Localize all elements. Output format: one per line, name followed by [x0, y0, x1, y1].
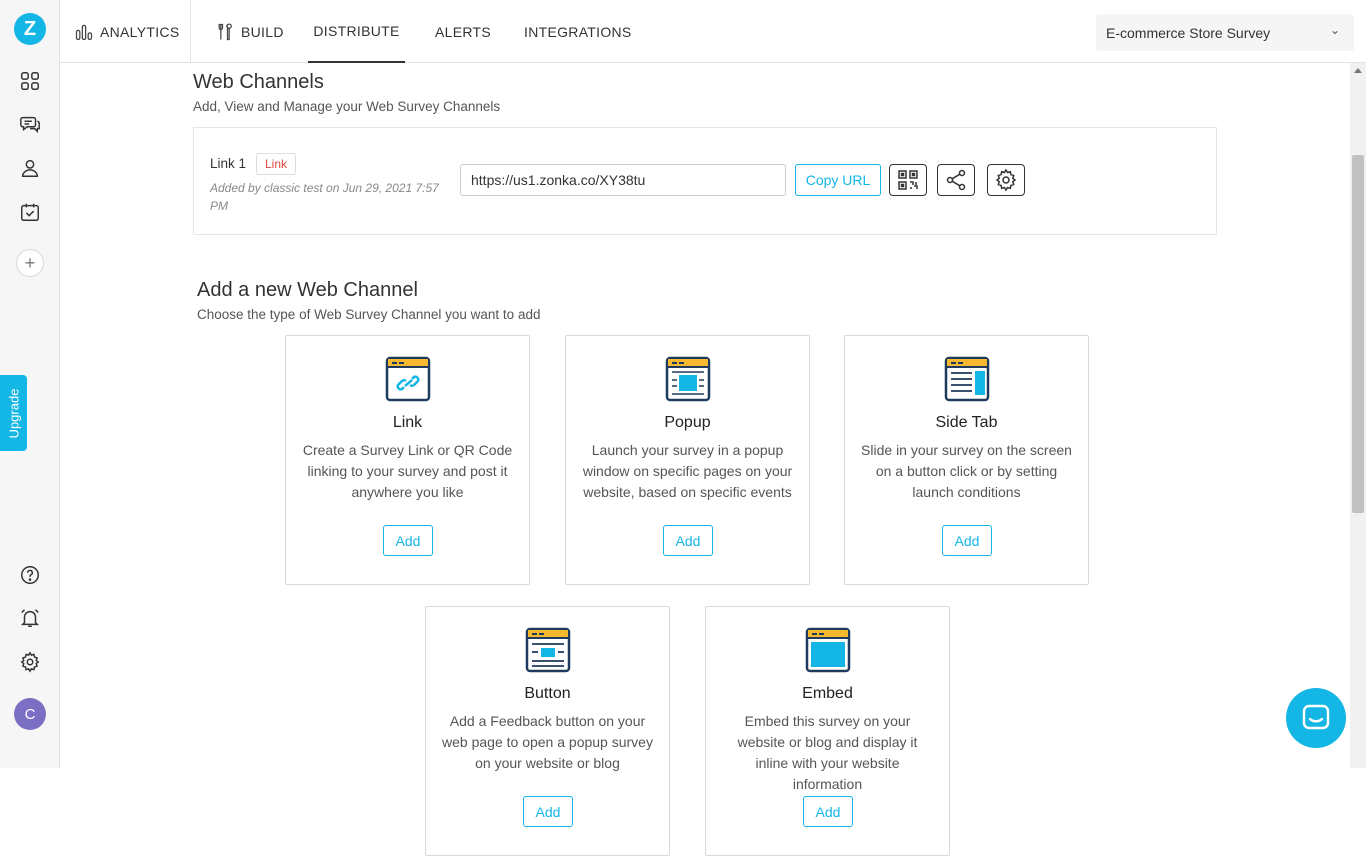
share-button[interactable] — [937, 164, 975, 196]
user-avatar[interactable]: C — [14, 698, 46, 730]
chevron-down-icon: ⌄ — [1329, 23, 1340, 37]
tab-distribute[interactable]: DISTRIBUTE — [308, 0, 405, 63]
share-icon — [946, 169, 966, 191]
user-icon[interactable] — [18, 156, 42, 180]
tab-build[interactable]: BUILD — [215, 0, 284, 63]
chat-icon — [1302, 704, 1330, 730]
add-button-channel-button[interactable]: Add — [523, 796, 573, 827]
channel-card-button: Button Add a Feedback button on your web… — [425, 606, 670, 856]
bar-chart-icon — [75, 24, 93, 40]
web-channels-subtitle: Add, View and Manage your Web Survey Cha… — [193, 99, 501, 114]
channel-row: Link 1 Link Added by classic test on Jun… — [193, 127, 1217, 235]
card-title: Button — [524, 685, 571, 702]
add-link-channel-button[interactable]: Add — [383, 525, 433, 556]
tab-build-label: BUILD — [241, 23, 284, 40]
link-browser-icon — [385, 356, 431, 402]
channel-card-popup: Popup Launch your survey in a popup wind… — [565, 335, 810, 585]
zonka-logo[interactable]: Z — [14, 13, 46, 45]
card-title: Side Tab — [935, 414, 998, 431]
card-title: Embed — [802, 685, 853, 702]
dashboard-grid-icon[interactable] — [18, 69, 42, 93]
left-sidebar: Z + Upgrade C — [0, 0, 60, 768]
survey-selector-value: E-commerce Store Survey — [1106, 24, 1271, 41]
scroll-thumb[interactable] — [1352, 155, 1364, 513]
qr-code-button[interactable] — [889, 164, 927, 196]
channel-card-embed: Embed Embed this survey on your website … — [705, 606, 950, 856]
add-popup-channel-button[interactable]: Add — [663, 525, 713, 556]
web-channels-title: Web Channels — [193, 71, 324, 93]
survey-url-input[interactable] — [460, 164, 786, 196]
tab-distribute-label: DISTRIBUTE — [313, 22, 400, 39]
tab-integrations-label: INTEGRATIONS — [524, 23, 632, 40]
add-channel-subtitle: Choose the type of Web Survey Channel yo… — [197, 307, 541, 322]
upgrade-label: Upgrade — [6, 388, 21, 438]
nav-divider — [190, 0, 191, 63]
chat-bubbles-icon[interactable] — [18, 112, 42, 136]
channel-card-side-tab: Side Tab Slide in your survey on the scr… — [844, 335, 1089, 585]
copy-url-button[interactable]: Copy URL — [795, 164, 881, 196]
chat-launcher-button[interactable] — [1286, 688, 1346, 748]
add-channel-title: Add a new Web Channel — [197, 279, 418, 301]
upgrade-button[interactable]: Upgrade — [0, 375, 27, 451]
survey-selector[interactable]: E-commerce Store Survey ⌄ — [1096, 14, 1354, 51]
gear-icon — [995, 168, 1017, 192]
embed-browser-icon — [805, 627, 851, 673]
help-icon[interactable] — [18, 563, 42, 587]
channel-card-link: Link Create a Survey Link or QR Code lin… — [285, 335, 530, 585]
channel-type-badge: Link — [256, 153, 297, 175]
tab-alerts[interactable]: ALERTS — [435, 0, 491, 63]
tab-alerts-label: ALERTS — [435, 23, 492, 40]
card-description: Add a Feedback button on your web page t… — [442, 713, 653, 771]
page-scrollbar[interactable] — [1350, 63, 1366, 768]
top-navigation: ANALYTICS BUILD DISTRIBUTE ALERTS INTEGR… — [60, 0, 1366, 63]
card-description: Slide in your survey on the screen on a … — [861, 442, 1072, 500]
qr-code-icon — [898, 170, 918, 190]
alarm-bell-icon[interactable] — [18, 606, 42, 630]
tools-icon — [218, 22, 232, 40]
settings-gear-icon[interactable] — [18, 650, 42, 674]
card-description: Create a Survey Link or QR Code linking … — [302, 442, 513, 500]
tab-analytics-label: ANALYTICS — [100, 23, 180, 40]
tab-integrations[interactable]: INTEGRATIONS — [524, 0, 632, 63]
side-tab-browser-icon — [944, 356, 990, 402]
add-side-tab-channel-button[interactable]: Add — [942, 525, 992, 556]
calendar-check-icon[interactable] — [18, 200, 42, 224]
channel-name: Link 1 — [210, 156, 247, 171]
button-browser-icon — [525, 627, 571, 673]
tab-analytics[interactable]: ANALYTICS — [74, 0, 179, 63]
card-description: Embed this survey on your website or blo… — [737, 713, 918, 792]
card-description: Launch your survey in a popup window on … — [582, 442, 793, 500]
card-title: Link — [392, 414, 423, 431]
card-title: Popup — [664, 414, 711, 431]
add-workspace-button[interactable]: + — [16, 249, 44, 277]
popup-browser-icon — [665, 356, 711, 402]
scroll-up-icon[interactable] — [1354, 68, 1362, 73]
channel-meta: Added by classic test on Jun 29, 2021 7:… — [210, 181, 439, 213]
add-embed-channel-button[interactable]: Add — [803, 796, 853, 827]
channel-settings-button[interactable] — [987, 164, 1025, 196]
